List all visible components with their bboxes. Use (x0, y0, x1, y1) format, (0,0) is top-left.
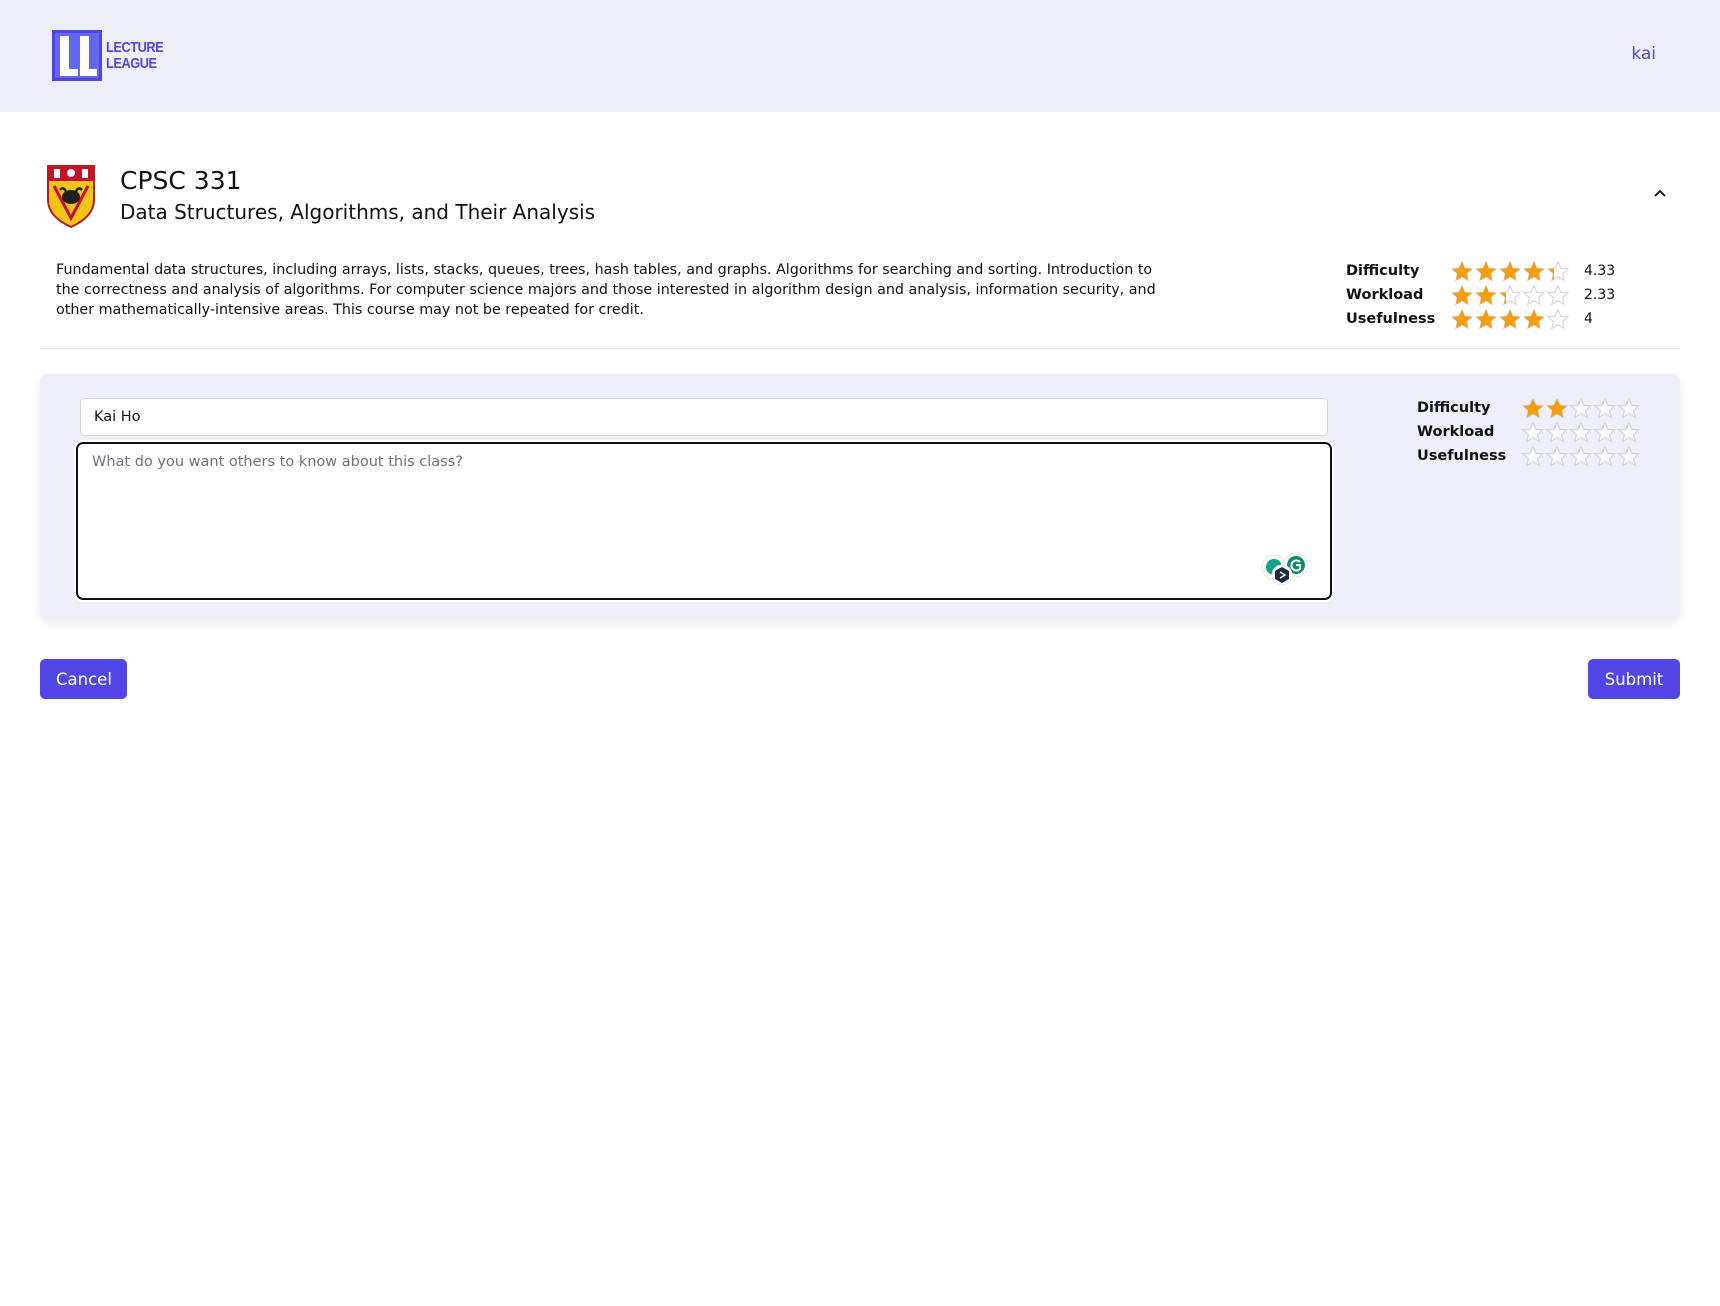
review-text-area[interactable] (74, 440, 1334, 602)
star-empty-icon[interactable] (1569, 445, 1593, 467)
star-rating (1450, 308, 1570, 330)
star-filled-icon (1474, 308, 1498, 330)
course-header: CPSC 331 Data Structures, Algorithms, an… (46, 164, 1680, 234)
star-partial-icon (1498, 284, 1522, 306)
star-filled-icon (1498, 260, 1522, 282)
star-filled-icon (1522, 308, 1546, 330)
star-empty-icon[interactable] (1593, 421, 1617, 443)
section-divider (40, 348, 1680, 349)
input-rating-workload: Workload (1417, 420, 1641, 444)
submit-button[interactable]: Submit (1588, 659, 1680, 699)
course-average-ratings: Difficulty 4.33 Workload 2.33 Usefulness… (1346, 259, 1615, 331)
star-empty-icon[interactable] (1521, 421, 1545, 443)
logo-wordmark: LECTURE LEAGUE (106, 38, 164, 72)
lecture-league-logo[interactable]: LECTURE LEAGUE (52, 30, 173, 81)
input-rating-usefulness: Usefulness (1417, 444, 1641, 468)
university-crest-icon (47, 165, 95, 228)
rating-label: Workload (1346, 287, 1424, 303)
star-rating-input[interactable] (1521, 421, 1641, 443)
star-rating (1450, 284, 1570, 306)
star-empty-icon[interactable] (1569, 421, 1593, 443)
course-description: Fundamental data structures, including a… (56, 262, 1156, 318)
review-rating-inputs: Difficulty Workload Usefulness (1417, 396, 1641, 468)
star-empty-icon[interactable] (1617, 397, 1641, 419)
star-filled-icon (1450, 308, 1474, 330)
star-empty-icon[interactable] (1545, 421, 1569, 443)
star-rating-input[interactable] (1521, 445, 1641, 467)
rating-value: 2.33 (1584, 287, 1616, 303)
top-nav: LECTURE LEAGUE kai (0, 0, 1720, 112)
logo-line2: LEAGUE (106, 54, 157, 72)
star-filled-icon (1522, 260, 1546, 282)
user-menu-link[interactable]: kai (1631, 44, 1656, 64)
star-empty-icon (1522, 284, 1546, 306)
rating-label: Difficulty (1417, 400, 1491, 416)
review-form-panel: Difficulty Workload Usefulness (40, 374, 1680, 618)
star-filled-icon (1474, 284, 1498, 306)
star-empty-icon (1546, 308, 1570, 330)
star-rating (1450, 260, 1570, 282)
rating-label: Difficulty (1346, 263, 1420, 279)
star-empty-icon[interactable] (1593, 445, 1617, 467)
star-partial-icon (1546, 260, 1570, 282)
course-name: Data Structures, Algorithms, and Their A… (120, 200, 596, 224)
reviewer-name-input[interactable] (80, 398, 1328, 436)
star-empty-icon[interactable] (1569, 397, 1593, 419)
star-empty-icon (1546, 284, 1570, 306)
star-rating-input[interactable] (1521, 397, 1641, 419)
rating-label: Usefulness (1346, 311, 1436, 327)
input-rating-difficulty: Difficulty (1417, 396, 1641, 420)
star-empty-icon[interactable] (1617, 445, 1641, 467)
star-empty-icon[interactable] (1593, 397, 1617, 419)
star-empty-icon[interactable] (1521, 445, 1545, 467)
star-empty-icon[interactable] (1545, 445, 1569, 467)
cancel-button[interactable]: Cancel (40, 659, 127, 699)
rating-row-difficulty: Difficulty 4.33 (1346, 259, 1615, 283)
rating-label: Workload (1417, 424, 1495, 440)
star-filled-icon (1498, 308, 1522, 330)
star-filled-icon[interactable] (1545, 397, 1569, 419)
rating-row-workload: Workload 2.33 (1346, 283, 1615, 307)
collapse-chevron-up-icon[interactable] (1650, 182, 1670, 202)
rating-label: Usefulness (1417, 448, 1507, 464)
course-code: CPSC 331 (120, 166, 242, 195)
grammar-extension-icon[interactable] (1258, 552, 1314, 586)
star-filled-icon (1450, 284, 1474, 306)
logo-line1: LECTURE (106, 38, 164, 56)
logo-mark-icon (52, 30, 102, 81)
rating-value: 4 (1584, 311, 1593, 327)
star-filled-icon (1450, 260, 1474, 282)
rating-value: 4.33 (1584, 263, 1616, 279)
rating-row-usefulness: Usefulness 4 (1346, 307, 1615, 331)
star-filled-icon[interactable] (1521, 397, 1545, 419)
star-empty-icon[interactable] (1617, 421, 1641, 443)
star-filled-icon (1474, 260, 1498, 282)
